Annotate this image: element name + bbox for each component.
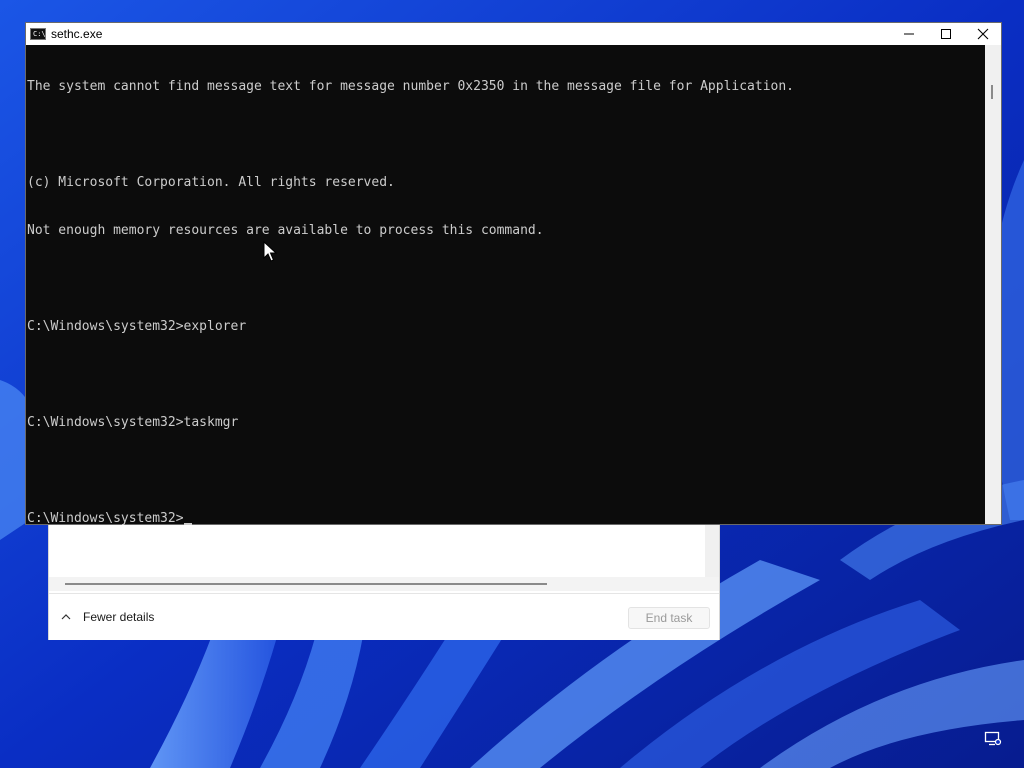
title-bar[interactable]: C:\ sethc.exe [26, 23, 1001, 45]
minimize-button[interactable] [890, 23, 927, 45]
window-title: sethc.exe [51, 27, 103, 41]
console-line: C:\Windows\system32>explorer [27, 319, 247, 334]
close-icon [977, 28, 988, 40]
console-vertical-scrollbar[interactable] [985, 45, 1001, 524]
maximize-icon [940, 29, 951, 39]
prompt-text: C:\Windows\system32> [27, 511, 184, 526]
mouse-pointer-icon [263, 241, 277, 262]
console-line: The system cannot find message text for … [27, 79, 795, 94]
maximize-button[interactable] [927, 23, 964, 45]
command-prompt[interactable]: C:\Windows\system32> [27, 511, 986, 527]
console-line: Not enough memory resources are availabl… [27, 223, 544, 238]
cmd-icon: C:\ [30, 28, 46, 40]
end-task-button[interactable]: End task [628, 607, 710, 629]
task-manager-footer: Fewer details End task [49, 593, 719, 640]
chevron-up-icon [61, 614, 71, 620]
network-icon[interactable] [984, 730, 1002, 748]
console-scroll-thumb[interactable] [991, 85, 993, 99]
close-button[interactable] [964, 23, 1001, 45]
fewer-details-label: Fewer details [83, 610, 155, 624]
horizontal-scrollbar[interactable] [49, 577, 719, 591]
console-window: C:\ sethc.exe The system cannot find mes… [25, 22, 1002, 527]
text-cursor [183, 523, 192, 525]
fewer-details-button[interactable]: Fewer details [59, 607, 154, 627]
console-line: C:\Windows\system32>taskmgr [27, 415, 239, 430]
console-output[interactable]: The system cannot find message text for … [26, 45, 986, 527]
console-line: (c) Microsoft Corporation. All rights re… [27, 175, 395, 190]
minimize-icon [903, 33, 914, 35]
horizontal-scroll-thumb[interactable] [65, 583, 547, 585]
